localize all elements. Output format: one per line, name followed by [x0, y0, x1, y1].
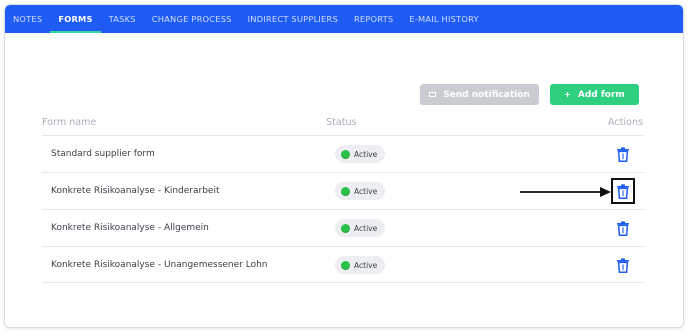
tab-reports[interactable]: REPORTS: [346, 5, 401, 33]
add-form-button[interactable]: + Add form: [550, 84, 639, 105]
trash-icon[interactable]: [616, 221, 630, 236]
status-dot-icon: [341, 186, 350, 196]
tab-tasks[interactable]: TASKS: [101, 5, 144, 33]
status-label: Active: [354, 260, 378, 270]
column-header-actions: Actions: [608, 117, 644, 128]
form-name: Konkrete Risikoanalyse - Kinderarbeit: [51, 186, 220, 196]
status-dot-icon: [341, 260, 350, 270]
status-label: Active: [354, 149, 378, 159]
status-badge: Active: [335, 256, 386, 274]
form-name: Konkrete Risikoanalyse - Unangemessener …: [51, 260, 268, 270]
tab-email-history[interactable]: E-MAIL HISTORY: [401, 5, 486, 33]
column-header-status: Status: [326, 117, 357, 128]
forms-panel: NOTES FORMS TASKS CHANGE PROCESS INDIREC…: [4, 4, 684, 328]
form-name: Konkrete Risikoanalyse - Allgemein: [51, 223, 209, 233]
table-header: Form name Status Actions: [5, 117, 683, 135]
mail-icon: [429, 92, 437, 97]
add-form-label: Add form: [577, 89, 625, 100]
trash-icon[interactable]: [616, 147, 630, 162]
tab-bar: NOTES FORMS TASKS CHANGE PROCESS INDIREC…: [5, 5, 683, 33]
tab-change-process[interactable]: CHANGE PROCESS: [144, 5, 240, 33]
status-badge: Active: [335, 219, 386, 237]
status-badge: Active: [335, 182, 386, 200]
status-label: Active: [354, 223, 378, 233]
form-name: Standard supplier form: [51, 149, 155, 159]
table-row: Konkrete Risikoanalyse - Unangemessener …: [42, 246, 645, 283]
status-badge: Active: [335, 145, 386, 163]
plus-icon: +: [564, 90, 571, 99]
trash-icon[interactable]: [616, 184, 630, 199]
status-dot-icon: [341, 149, 350, 159]
table-row: Konkrete Risikoanalyse - Kinderarbeit Ac…: [42, 172, 645, 209]
send-notification-button[interactable]: Send notification: [420, 84, 539, 105]
table-row: Standard supplier form Active: [42, 135, 645, 172]
forms-table: Standard supplier form Active Konkrete R…: [42, 135, 645, 283]
tab-forms[interactable]: FORMS: [50, 5, 102, 33]
trash-icon[interactable]: [616, 258, 630, 273]
status-label: Active: [354, 186, 378, 196]
column-header-form-name: Form name: [42, 117, 97, 128]
status-dot-icon: [341, 223, 350, 233]
table-row: Konkrete Risikoanalyse - Allgemein Activ…: [42, 209, 645, 246]
tab-indirect-suppliers[interactable]: INDIRECT SUPPLIERS: [240, 5, 346, 33]
tab-notes[interactable]: NOTES: [5, 5, 50, 33]
annotation-arrow-icon: [520, 187, 611, 197]
send-notification-label: Send notification: [443, 89, 530, 100]
